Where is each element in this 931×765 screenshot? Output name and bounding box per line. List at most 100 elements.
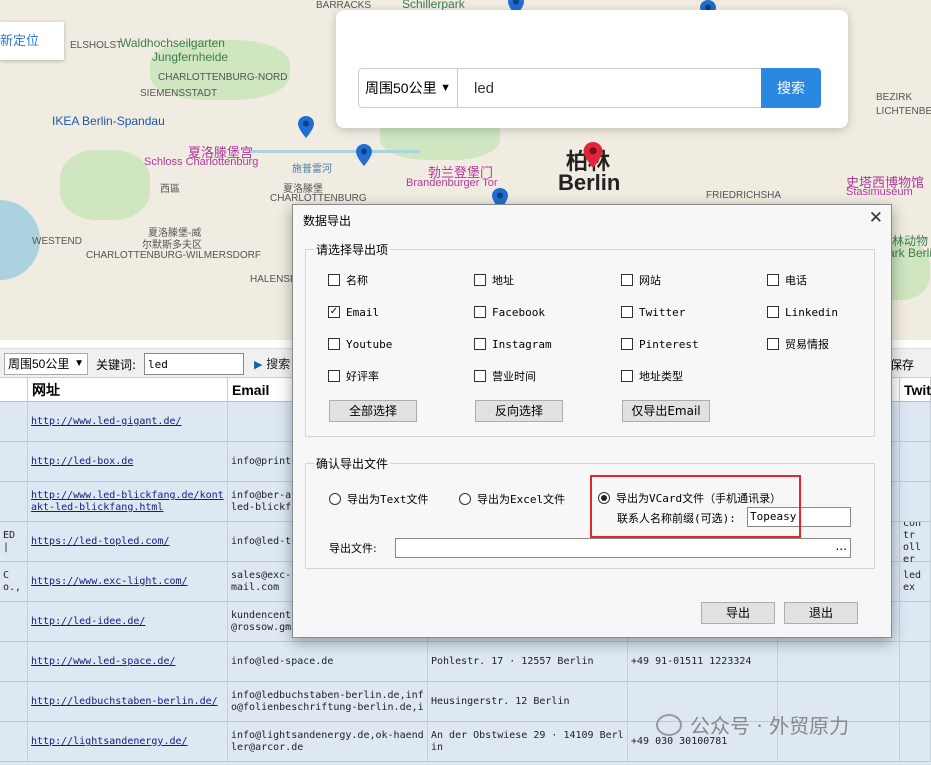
option-checkbox[interactable]: 贸易情报 (767, 336, 829, 352)
map-label: LICHTENBERG (876, 106, 931, 117)
checkbox-icon (621, 274, 633, 286)
cell-right (900, 482, 931, 522)
option-checkbox[interactable]: Youtube (328, 336, 392, 352)
map-marker-icon[interactable] (356, 144, 372, 166)
cell-address: Pohlestr. 17 · 12557 Berlin (428, 642, 628, 682)
radius-select[interactable]: 周围50公里 ▼ (358, 68, 458, 108)
toolbar-radius-value: 周围50公里 (8, 357, 70, 371)
cell-address: Heusingerstr. 12 Berlin (428, 682, 628, 722)
table-header-blank (0, 378, 28, 402)
play-icon: ▶ (254, 358, 263, 371)
cell-left (0, 602, 28, 642)
search-button[interactable]: 搜索 (761, 68, 821, 108)
option-label: Facebook (492, 305, 545, 319)
option-checkbox[interactable]: Linkedin (767, 304, 838, 320)
table-row[interactable]: http://www.led-space.de/info@led-space.d… (0, 642, 931, 682)
cell-left (0, 482, 28, 522)
option-label: 电话 (785, 274, 807, 287)
option-checkbox[interactable]: 电话 (767, 272, 807, 288)
option-checkbox[interactable]: Facebook (474, 304, 545, 320)
toolbar-search-button[interactable]: ▶ 搜索 (254, 355, 290, 372)
cell-left (0, 402, 28, 442)
option-checkbox[interactable]: 好评率 (328, 368, 379, 384)
cell-email: info@lightsandenergy.de,ok-haendler@arco… (228, 722, 428, 762)
chevron-down-icon: ▼ (74, 358, 84, 369)
keyword-input[interactable] (144, 353, 244, 375)
option-checkbox[interactable]: Pinterest (621, 336, 699, 352)
email-only-button[interactable]: 仅导出Email (622, 400, 710, 422)
invert-selection-button[interactable]: 反向选择 (475, 400, 563, 422)
wechat-logo-icon (656, 713, 682, 736)
cell-right (900, 402, 931, 442)
checkbox-icon (474, 370, 486, 382)
map-label: ELSHOLST (70, 40, 123, 51)
cell-email: info@led-space.de (228, 642, 428, 682)
cell-phone: +49 91-01511 1223324 (628, 642, 778, 682)
option-checkbox[interactable]: ✓ Email (328, 304, 379, 320)
cell-blank (778, 642, 900, 682)
export-button[interactable]: 导出 (701, 602, 775, 624)
highlight-box (590, 475, 801, 538)
exit-button[interactable]: 退出 (784, 602, 858, 624)
cell-url[interactable]: http://ledbuchstaben-berlin.de/ (28, 682, 228, 722)
cell-url[interactable]: http://www.led-blickfang.de/kontakt-led-… (28, 482, 228, 522)
browse-button[interactable]: ... (836, 539, 847, 553)
checkbox-icon (767, 338, 779, 350)
radio-export-text[interactable]: 导出为Text文件 (329, 491, 429, 507)
cell-url[interactable]: https://led-topled.com/ (28, 522, 228, 562)
checkbox-icon (474, 274, 486, 286)
file-path-input[interactable]: ... (395, 538, 851, 558)
watermark-text: 公众号 · 外贸原力 (690, 714, 850, 738)
map-marker-icon[interactable] (298, 116, 314, 138)
watermark: 公众号 · 外贸原力 (656, 710, 849, 739)
keyword-label: 关键词: (96, 358, 137, 372)
select-all-button[interactable]: 全部选择 (329, 400, 417, 422)
option-checkbox[interactable]: Twitter (621, 304, 685, 320)
option-label: Instagram (492, 337, 552, 351)
cell-left (0, 682, 28, 722)
checkbox-icon (621, 338, 633, 350)
cell-url[interactable]: http://lightsandenergy.de/ (28, 722, 228, 762)
cell-url[interactable]: http://www.led-space.de/ (28, 642, 228, 682)
cell-right (900, 722, 931, 762)
option-checkbox[interactable]: 名称 (328, 272, 368, 288)
option-checkbox[interactable]: 网站 (621, 272, 661, 288)
cell-right: contr oller (900, 522, 931, 562)
option-checkbox[interactable]: Instagram (474, 336, 552, 352)
cell-url[interactable]: http://led-idee.de/ (28, 602, 228, 642)
cell-url[interactable]: http://www.led-gigant.de/ (28, 402, 228, 442)
close-icon[interactable]: ✕ (869, 208, 883, 228)
option-checkbox[interactable]: 地址 (474, 272, 514, 288)
relocate-button[interactable]: 新定位 (0, 22, 64, 60)
option-label: Youtube (346, 337, 393, 351)
save-button[interactable]: 保存 (890, 356, 914, 373)
map-label: CHARLOTTENBURG-NORD (158, 72, 288, 83)
table-header-url[interactable]: 网址 (28, 378, 228, 402)
map-label: Jungfernheide (152, 50, 229, 64)
map-label: IKEA Berlin-Spandau (52, 114, 165, 128)
cell-left (0, 642, 28, 682)
option-checkbox[interactable]: 地址类型 (621, 368, 683, 384)
option-checkbox[interactable]: 营业时间 (474, 368, 536, 384)
center-marker-icon[interactable] (583, 142, 603, 168)
cell-right (900, 442, 931, 482)
cell-url[interactable]: https://www.exc-light.com/ (28, 562, 228, 602)
toolbar-search-label: 搜索 (266, 357, 291, 371)
cell-left (0, 442, 28, 482)
park-area (60, 150, 150, 220)
radio-dot (459, 493, 471, 505)
map-label: 施普雷河 (292, 164, 332, 175)
table-header-twitter[interactable]: Twitt (900, 378, 931, 402)
checkbox-icon (621, 306, 633, 318)
toolbar-radius-select[interactable]: 周围50公里 ▼ (4, 353, 88, 375)
search-input[interactable] (458, 68, 762, 108)
cell-url[interactable]: http://led-box.de (28, 442, 228, 482)
cell-left: ED | (0, 522, 28, 562)
map-label: CHARLOTTENBURG (270, 193, 367, 204)
checkbox-icon (767, 274, 779, 286)
option-label: Linkedin (785, 305, 838, 319)
radio-export-excel[interactable]: 导出为Excel文件 (459, 491, 565, 507)
checkbox-icon (328, 370, 340, 382)
cell-left (0, 722, 28, 762)
map-label: Schloss Charlottenburg (144, 156, 259, 168)
